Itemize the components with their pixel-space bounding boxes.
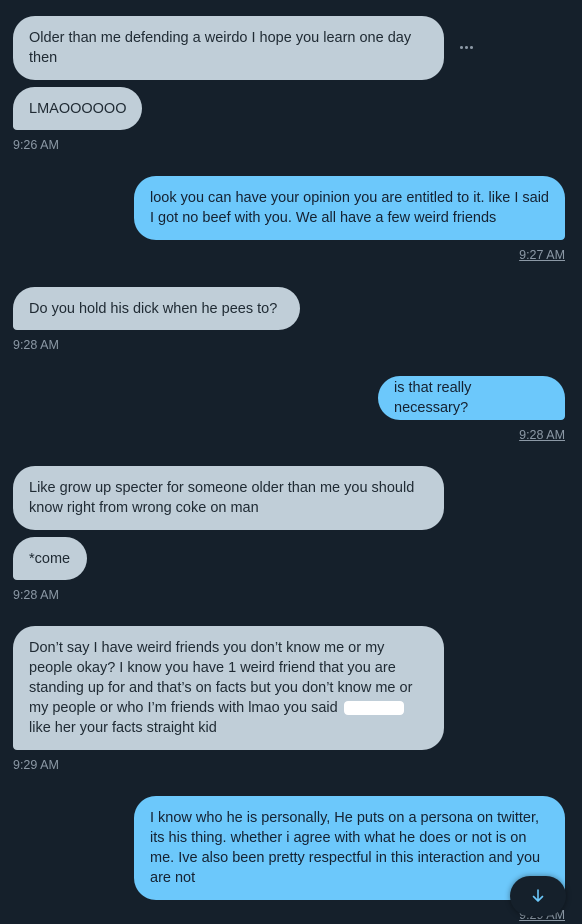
timestamp: 9:28 AM xyxy=(13,338,59,352)
received-message[interactable]: Like grow up specter for someone older t… xyxy=(13,466,444,530)
message-text: Do you hold his dick when he pees to? xyxy=(29,300,278,317)
message-text: Older than me defending a weirdo I hope … xyxy=(29,30,416,66)
received-message[interactable]: Don’t say I have weird friends you don’t… xyxy=(13,626,444,750)
message-text: LMAOOOOOO xyxy=(29,100,127,117)
sent-message[interactable]: I know who he is personally, He puts on … xyxy=(134,796,565,900)
scroll-to-bottom-button[interactable] xyxy=(510,876,566,916)
sent-message[interactable]: look you can have your opinion you are e… xyxy=(134,176,565,240)
received-message[interactable]: *come xyxy=(13,537,87,580)
timestamp: 9:26 AM xyxy=(13,138,59,152)
received-message[interactable]: LMAOOOOOO xyxy=(13,87,142,130)
redacted-mark xyxy=(343,701,404,716)
timestamp: 9:28 AM xyxy=(13,588,59,602)
message-text: *come xyxy=(29,550,71,567)
sent-message[interactable]: is that really necessary? xyxy=(378,376,565,420)
received-message[interactable]: Older than me defending a weirdo I hope … xyxy=(13,16,444,80)
timestamp[interactable]: 9:28 AM xyxy=(519,428,565,442)
message-text: Like grow up specter for someone older t… xyxy=(29,480,419,516)
received-message[interactable]: Do you hold his dick when he pees to? xyxy=(13,287,300,330)
timestamp[interactable]: 9:27 AM xyxy=(519,248,565,262)
arrow-down-icon xyxy=(532,889,544,902)
more-options-icon[interactable] xyxy=(455,38,477,56)
message-text: look you can have your opinion you are e… xyxy=(150,190,554,226)
message-text: I know who he is personally, He puts on … xyxy=(150,810,545,886)
message-text: is that really necessary? xyxy=(394,380,476,416)
message-text: Don’t say I have weird friends you don’t… xyxy=(29,640,417,736)
timestamp: 9:29 AM xyxy=(13,758,59,772)
